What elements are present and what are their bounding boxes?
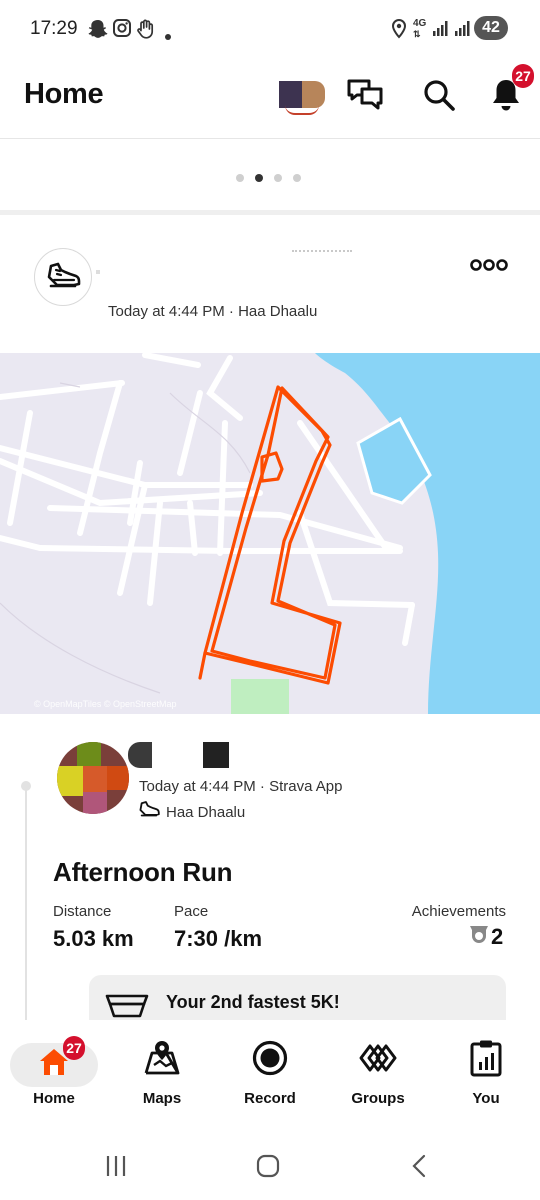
home-badge: 27 [63,1036,85,1060]
nav-you-label: You [472,1090,500,1107]
home-system-button[interactable] [256,1154,280,1183]
battery-level: 42 [482,19,500,36]
nav-home[interactable]: Home [6,1028,102,1114]
map-attribution: © OpenMapTiles © OpenStreetMap [34,699,177,709]
distance-value: 5.03 km [53,926,134,951]
nav-maps[interactable]: Maps [114,1028,210,1114]
network-type: 4G ⇅ [413,18,427,40]
search-icon [424,80,455,111]
activity-title[interactable]: Afternoon Run [53,857,233,888]
record-icon [252,1040,288,1076]
distance-label: Distance [53,903,112,920]
nav-maps-label: Maps [142,1090,182,1107]
activity-meta: Today at 4:44 PM · Strava App [139,778,343,795]
running-shoe-icon [47,262,81,288]
groups-icon [359,1044,397,1072]
timeline-line [25,790,27,1020]
carousel-dot[interactable] [274,174,282,182]
achievements-label: Achievements [411,903,506,920]
run-type-icon [138,800,160,825]
park-area [231,679,289,714]
nav-record-label: Record [244,1090,296,1107]
nav-record[interactable]: Record [222,1028,318,1114]
header-divider [0,138,540,139]
section-divider [0,210,540,215]
you-icon [470,1040,502,1077]
hand-wave-icon [135,18,157,45]
activity-location: Haa Dhaalu [166,804,246,821]
home-circle-icon [256,1154,280,1178]
pace-value: 7:30 /km [174,926,263,951]
notification-badge: 27 [512,64,534,88]
activity-type-avatar[interactable] [34,248,92,306]
recent-apps-icon [106,1156,126,1176]
system-navigation-bar [0,1120,540,1200]
pace-label: Pace [174,903,209,920]
nav-you[interactable]: You [438,1028,534,1114]
location-icon [390,18,408,45]
redacted-name [203,742,229,768]
more-options-button[interactable] [470,257,508,278]
nav-groups-label: Groups [351,1090,405,1107]
route-map[interactable]: © OpenMapTiles © OpenStreetMap [0,353,540,714]
nav-groups[interactable]: Groups [330,1028,426,1114]
signal-icon [431,18,475,43]
recent-apps-button[interactable] [104,1154,128,1183]
back-icon [412,1154,426,1178]
achievement-highlight-text: Your 2nd fastest 5K! [166,992,340,1012]
carousel-dot[interactable] [236,174,244,182]
redacted-name [292,250,352,254]
achievements-count: 2 [491,924,504,949]
redacted-mark [96,270,100,274]
page-title: Home [24,78,104,110]
carousel-dot[interactable] [293,174,301,182]
user-avatar[interactable] [57,742,129,814]
network-label: 4G [413,18,427,29]
back-button[interactable] [408,1154,432,1183]
status-bar: 17:29 4G ⇅ 42 [0,0,540,60]
nav-home-label: Home [33,1090,75,1107]
search-button[interactable] [416,72,462,118]
instagram-icon [112,18,132,43]
snapchat-icon [88,18,108,45]
messages-button[interactable] [342,72,388,118]
carousel-dots[interactable] [236,174,301,182]
more-options-icon [470,259,508,271]
maps-icon [144,1041,180,1075]
notification-dot-icon [165,27,171,45]
redacted-name [128,742,152,768]
battery-icon: 42 [474,16,508,40]
achievement-icon [468,924,490,951]
carousel-dot-active[interactable] [255,174,263,182]
post-meta: Today at 4:44 PM · Haa Dhaalu [108,303,318,320]
messages-icon [347,79,383,110]
status-time: 17:29 [30,18,78,39]
user-avatar-small[interactable] [279,81,325,115]
